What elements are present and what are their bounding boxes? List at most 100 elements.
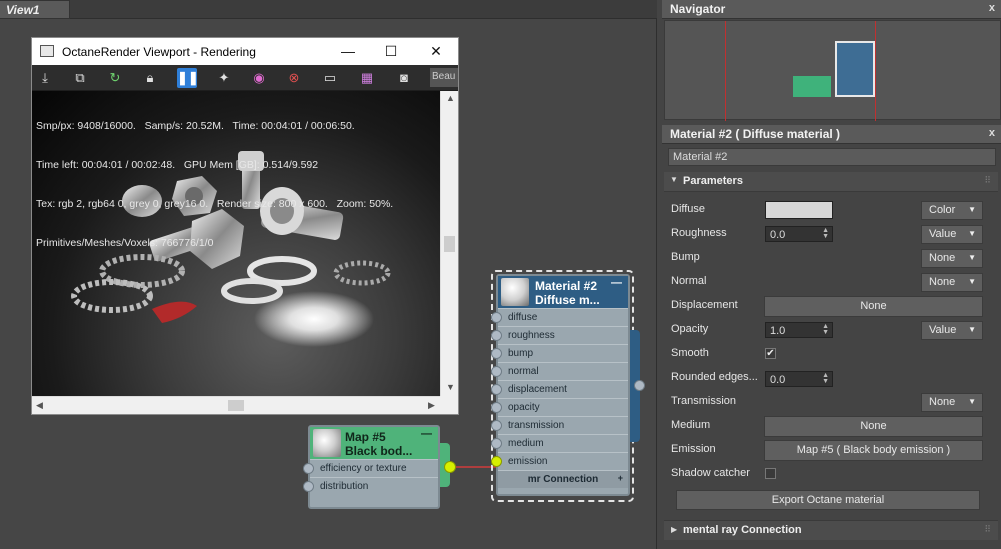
- slot-opacity[interactable]: opacity: [491, 398, 628, 416]
- material-node-header[interactable]: Material #2 Diffuse m... —: [498, 276, 628, 308]
- diffuse-mode-dropdown[interactable]: Color ▼: [921, 201, 983, 220]
- focus-picker-icon[interactable]: ✦: [214, 68, 234, 88]
- smooth-checkbox[interactable]: ✔: [765, 348, 776, 359]
- close-icon[interactable]: x: [989, 2, 995, 14]
- scroll-up-icon[interactable]: ▲: [446, 93, 455, 103]
- roughness-mode-dropdown[interactable]: Value ▼: [921, 225, 983, 244]
- rounded-edges-spinner[interactable]: 0.0 ▲ ▼: [765, 371, 833, 387]
- slot-label: bump: [508, 348, 534, 359]
- output-socket-icon[interactable]: [444, 461, 456, 473]
- socket-icon[interactable]: [491, 330, 502, 341]
- chevron-down-icon: ▼: [968, 325, 976, 334]
- stats-line: Tex: rgb 2, rgb64 0, grey 0, grey16 0. R…: [36, 198, 394, 210]
- slot-medium[interactable]: medium: [491, 434, 628, 452]
- spinner-arrows-icon[interactable]: ▲ ▼: [822, 323, 829, 336]
- color-picker-icon[interactable]: ◉: [249, 68, 269, 88]
- slot-emission[interactable]: emission: [491, 452, 628, 470]
- socket-icon[interactable]: [491, 438, 502, 449]
- output-socket-icon[interactable]: [634, 380, 645, 391]
- right-panel: Navigator x Material #2 ( Diffuse materi…: [660, 0, 1001, 549]
- map-node-header[interactable]: Map #5 Black bod... —: [310, 427, 438, 459]
- film-icon[interactable]: ▦: [357, 68, 377, 88]
- navigator-area[interactable]: [664, 20, 1001, 121]
- vertical-scrollbar[interactable]: ▲ ▼: [440, 91, 458, 396]
- slot-efficiency[interactable]: efficiency or texture: [303, 459, 438, 477]
- slot-label: opacity: [508, 402, 540, 413]
- scroll-thumb[interactable]: [444, 236, 455, 252]
- slot-normal[interactable]: normal: [491, 362, 628, 380]
- app-icon: [40, 45, 54, 57]
- spinner-arrows-icon[interactable]: ▲ ▼: [822, 372, 829, 385]
- map-node[interactable]: Map #5 Black bod... — efficiency or text…: [303, 425, 440, 509]
- maximize-button[interactable]: ☐: [377, 41, 405, 61]
- horizontal-scrollbar[interactable]: ◀ ▶: [32, 396, 440, 414]
- mental-ray-rollout-header[interactable]: ▶ mental ray Connection ⠿: [664, 520, 998, 540]
- close-button[interactable]: ✕: [422, 41, 450, 61]
- restart-icon[interactable]: ↻: [105, 68, 125, 88]
- normal-mode-dropdown[interactable]: None ▼: [921, 273, 983, 292]
- export-octane-material-button[interactable]: Export Octane material: [676, 490, 980, 510]
- slot-distribution[interactable]: distribution: [303, 477, 438, 495]
- slot-roughness[interactable]: roughness: [491, 326, 628, 344]
- bump-mode-dropdown[interactable]: None ▼: [921, 249, 983, 268]
- scroll-down-icon[interactable]: ▼: [446, 382, 455, 392]
- socket-icon[interactable]: [491, 384, 502, 395]
- spinner-arrows-icon[interactable]: ▲ ▼: [822, 227, 829, 240]
- socket-icon[interactable]: [491, 348, 502, 359]
- material-name-field[interactable]: Material #2: [668, 148, 996, 166]
- close-icon[interactable]: x: [989, 127, 995, 139]
- socket-icon[interactable]: [491, 402, 502, 413]
- scroll-thumb[interactable]: [228, 400, 244, 411]
- scroll-right-icon[interactable]: ▶: [428, 400, 435, 411]
- emission-map-button[interactable]: Map #5 ( Black body emission ): [764, 440, 983, 461]
- collapse-icon[interactable]: —: [611, 277, 622, 289]
- region-render-icon[interactable]: ⊗: [284, 68, 304, 88]
- stats-line: Smp/px: 9408/16000. Samp/s: 20.52M. Time…: [36, 120, 355, 132]
- dropdown-value: None: [929, 252, 956, 264]
- pause-icon[interactable]: ❚❚: [177, 68, 199, 88]
- socket-icon[interactable]: [303, 463, 314, 474]
- socket-icon[interactable]: [491, 366, 502, 377]
- scroll-left-icon[interactable]: ◀: [36, 400, 43, 411]
- collapse-icon[interactable]: —: [421, 428, 432, 440]
- slot-displacement[interactable]: displacement: [491, 380, 628, 398]
- octane-viewport-window[interactable]: OctaneRender Viewport - Rendering — ☐ ✕ …: [31, 37, 459, 415]
- transmission-label: Transmission: [671, 395, 736, 407]
- slot-diffuse[interactable]: diffuse: [491, 308, 628, 326]
- material-node[interactable]: Material #2 Diffuse m... — diffuse rough…: [491, 274, 630, 496]
- material-panel-header[interactable]: Material #2 ( Diffuse material ) x: [662, 125, 1001, 144]
- window-title: OctaneRender Viewport - Rendering: [62, 45, 256, 59]
- roughness-spinner[interactable]: 0.0 ▲ ▼: [765, 226, 833, 242]
- slot-transmission[interactable]: transmission: [491, 416, 628, 434]
- medium-map-button[interactable]: None: [764, 416, 983, 437]
- save-render-icon[interactable]: ⤓: [35, 68, 55, 88]
- swatch-fill: [766, 202, 832, 218]
- camera-icon[interactable]: ◙: [394, 68, 414, 88]
- node-view[interactable]: View1 OctaneRender Viewport - Rendering …: [0, 0, 657, 549]
- render-pass-dropdown[interactable]: Beau: [430, 68, 458, 87]
- opacity-spinner[interactable]: 1.0 ▲ ▼: [765, 322, 833, 338]
- slot-label: medium: [508, 438, 544, 449]
- displacement-map-button[interactable]: None: [764, 296, 983, 317]
- parameters-rollout-header[interactable]: ▼ Parameters ⠿: [664, 172, 998, 192]
- slot-label: emission: [508, 456, 548, 467]
- minimize-button[interactable]: —: [334, 41, 362, 61]
- lock-icon[interactable]: 🔒︎: [140, 68, 160, 88]
- copy-icon[interactable]: ⧉: [70, 68, 90, 88]
- render-image[interactable]: Smp/px: 9408/16000. Samp/s: 20.52M. Time…: [32, 91, 440, 396]
- slot-bump[interactable]: bump: [491, 344, 628, 362]
- socket-icon[interactable]: [303, 481, 314, 492]
- plus-icon[interactable]: +: [618, 473, 623, 483]
- shadow-catcher-checkbox[interactable]: [765, 468, 776, 479]
- window-titlebar[interactable]: OctaneRender Viewport - Rendering — ☐ ✕: [32, 38, 458, 65]
- transmission-mode-dropdown[interactable]: None ▼: [921, 393, 983, 412]
- socket-icon[interactable]: [491, 420, 502, 431]
- navigator-header[interactable]: Navigator x: [662, 0, 1001, 19]
- socket-icon[interactable]: [491, 456, 502, 467]
- socket-icon[interactable]: [491, 312, 502, 323]
- map-preview-thumb: [313, 429, 341, 457]
- display-icon[interactable]: ▭: [320, 68, 340, 88]
- diffuse-color-swatch[interactable]: [765, 201, 833, 219]
- opacity-mode-dropdown[interactable]: Value ▼: [921, 321, 983, 340]
- mr-connection-slot[interactable]: mr Connection +: [498, 470, 628, 488]
